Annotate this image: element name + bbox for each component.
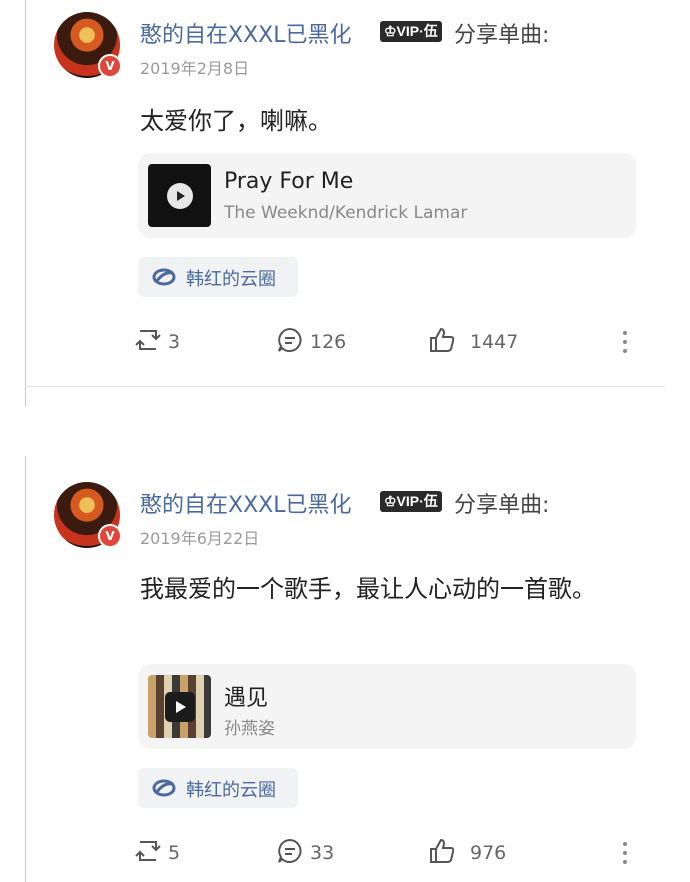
music-card[interactable]: Pray For Me The Weeknd/Kendrick Lamar <box>138 153 636 238</box>
repost-button[interactable]: 5 <box>134 838 180 868</box>
song-title: 遇见 <box>224 686 269 711</box>
song-title: Pray For Me <box>224 169 354 194</box>
post-text: 太爱你了，喇嘛。 <box>140 107 332 135</box>
song-artist: 孙燕姿 <box>224 719 275 739</box>
like-count: 1447 <box>470 331 519 353</box>
circle-icon <box>152 778 176 802</box>
play-icon[interactable] <box>166 182 193 209</box>
post-text: 我最爱的一个歌手，最让人心动的一首歌。 <box>140 575 596 603</box>
avatar[interactable]: V <box>54 12 122 78</box>
like-button[interactable]: 976 <box>428 838 506 868</box>
circle-tag[interactable]: 韩红的云圈 <box>138 257 298 297</box>
post-date: 2019年6月22日 <box>140 529 260 548</box>
like-icon <box>428 837 456 869</box>
album-cover <box>148 675 211 738</box>
vip-badge: ♔VIP·伍 <box>380 491 442 512</box>
repost-icon <box>134 327 162 357</box>
comment-button[interactable]: 33 <box>276 838 334 868</box>
music-card[interactable]: 遇见 孙燕姿 <box>138 664 636 749</box>
verified-badge: V <box>98 524 122 548</box>
repost-icon <box>134 838 162 868</box>
share-label: 分享单曲: <box>454 23 550 48</box>
share-label: 分享单曲: <box>454 493 550 518</box>
avatar[interactable]: V <box>54 482 122 548</box>
action-bar: 5 33 976 <box>0 838 690 868</box>
circle-tag-label: 韩红的云圈 <box>186 780 276 801</box>
circle-tag[interactable]: 韩红的云圈 <box>138 768 298 808</box>
username[interactable]: 憨的自在XXXL已黑化 <box>140 17 351 49</box>
album-cover <box>148 164 211 227</box>
timeline-line-bottom <box>25 456 26 882</box>
circle-icon <box>152 267 176 291</box>
play-icon[interactable] <box>164 691 195 722</box>
comment-icon <box>276 326 304 358</box>
username[interactable]: 憨的自在XXXL已黑化 <box>140 487 351 519</box>
like-count: 976 <box>470 842 507 864</box>
repost-count: 5 <box>168 842 181 864</box>
like-button[interactable]: 1447 <box>428 327 518 357</box>
repost-button[interactable]: 3 <box>134 327 180 357</box>
post-divider <box>25 386 665 387</box>
comment-icon <box>276 837 304 869</box>
comment-button[interactable]: 126 <box>276 327 346 357</box>
action-bar: 3 126 1447 <box>0 327 690 357</box>
post-date: 2019年2月8日 <box>140 59 250 78</box>
comment-count: 126 <box>310 331 347 353</box>
like-icon <box>428 326 456 358</box>
verified-badge: V <box>98 54 122 78</box>
repost-count: 3 <box>168 331 181 353</box>
circle-tag-label: 韩红的云圈 <box>186 269 276 290</box>
vip-badge: ♔VIP·伍 <box>380 21 442 42</box>
song-artist: The Weeknd/Kendrick Lamar <box>224 203 468 223</box>
more-icon[interactable] <box>618 329 632 359</box>
more-icon[interactable] <box>618 840 632 870</box>
comment-count: 33 <box>310 842 335 864</box>
